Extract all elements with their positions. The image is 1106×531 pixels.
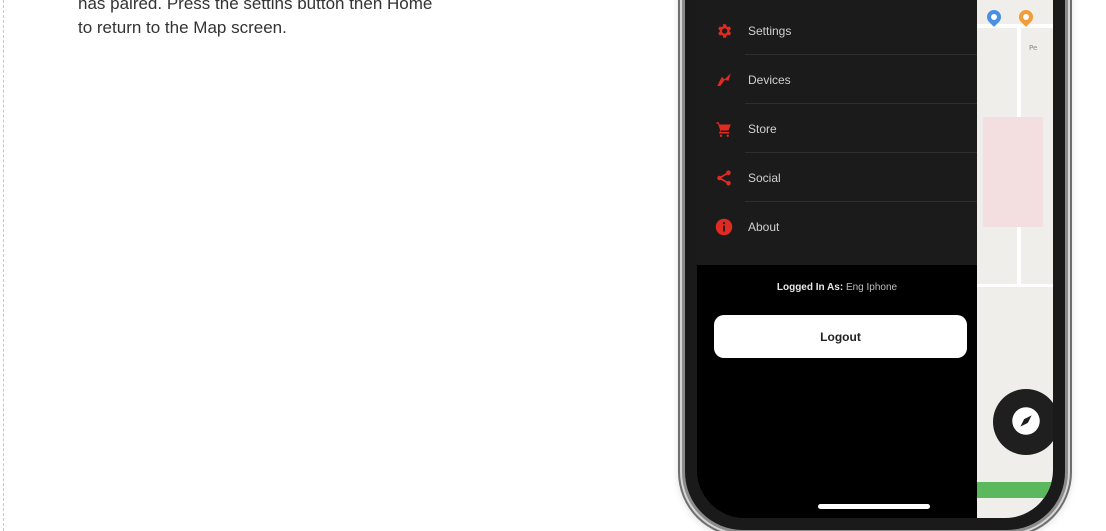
menu-item-devices[interactable]: Devices [697, 55, 977, 104]
menu-label-store: Store [748, 121, 777, 136]
share-icon [713, 167, 735, 189]
drawer-menu: Settings Devices Store Social About [697, 0, 977, 265]
phone-frame: Pe Settings Devices Store Social About L… [685, 0, 1065, 530]
logout-button[interactable]: Logout [714, 315, 967, 358]
menu-item-settings[interactable]: Settings [697, 6, 977, 55]
phone-screen: Pe Settings Devices Store Social About L… [697, 0, 1053, 518]
menu-label-about: About [748, 219, 780, 234]
instructions-line-2: to return to the Map screen. [78, 18, 287, 37]
logged-in-status: Logged In As: Eng Iphone [697, 282, 977, 293]
logged-in-user: Eng Iphone [845, 282, 898, 293]
menu-item-social[interactable]: Social [697, 153, 977, 202]
gear-icon [713, 20, 735, 42]
instructions-text: has paired. Press the settins button the… [78, 0, 578, 40]
map-block [983, 117, 1043, 227]
menu-label-settings: Settings [748, 23, 792, 38]
home-indicator[interactable] [818, 504, 930, 509]
menu-label-social: Social [748, 170, 781, 185]
logged-in-prefix: Logged In As: [776, 282, 844, 293]
menu-item-about[interactable]: About [697, 202, 977, 251]
map-road [977, 284, 1053, 287]
status-bar-green [977, 482, 1053, 498]
info-icon [713, 216, 735, 238]
compass-icon [1011, 406, 1041, 439]
map-road [977, 24, 1053, 28]
cart-icon [713, 118, 735, 140]
map-road-label: Pe [1029, 44, 1038, 52]
instructions-line-1: has paired. Press the settins button the… [78, 0, 433, 13]
menu-label-devices: Devices [748, 72, 791, 87]
compass-button[interactable] [993, 389, 1053, 455]
side-drawer: Settings Devices Store Social About Logg… [697, 0, 977, 518]
menu-item-store[interactable]: Store [697, 104, 977, 153]
device-icon [713, 69, 735, 91]
page-border [3, 0, 4, 531]
